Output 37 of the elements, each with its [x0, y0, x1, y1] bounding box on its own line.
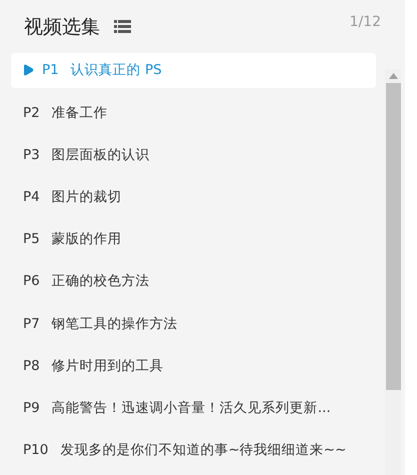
scrollbar[interactable] — [385, 69, 401, 475]
episode-item[interactable]: P2 准备工作 — [11, 95, 376, 130]
episode-item[interactable]: P3 图层面板的认识 — [11, 137, 376, 172]
panel-title: 视频选集 — [24, 14, 100, 40]
episode-item[interactable]: P1 认识真正的 PS — [11, 53, 376, 88]
list-icon[interactable] — [114, 20, 131, 33]
episode-number: P5 — [23, 231, 40, 248]
episode-title: 图片的裁切 — [52, 188, 122, 206]
episode-item[interactable]: P7 钢笔工具的操作方法 — [11, 306, 376, 341]
episode-number: P7 — [23, 316, 40, 332]
episode-title: 图层面板的认识 — [52, 146, 150, 164]
scroll-up-icon[interactable] — [388, 73, 398, 79]
episode-number: P9 — [23, 400, 40, 416]
episode-title: 蒙版的作用 — [52, 230, 122, 248]
scroll-thumb[interactable] — [386, 83, 400, 390]
episode-number: P8 — [23, 358, 40, 374]
episode-number: P2 — [23, 104, 40, 120]
episode-item[interactable]: P5 蒙版的作用 — [11, 222, 376, 256]
episode-counter: 1/12 — [350, 14, 381, 30]
episode-item[interactable]: P6 正确的校色方法 — [11, 264, 376, 299]
episode-number: P10 — [23, 442, 48, 458]
episode-item[interactable]: P10 发现多的是你们不知道的事~待我细细道来~~ — [11, 432, 376, 468]
episode-title: 正确的校色方法 — [52, 272, 150, 290]
episode-item[interactable]: P4 图片的裁切 — [11, 180, 376, 214]
episode-title: 认识真正的 PS — [70, 61, 162, 80]
play-icon — [23, 64, 34, 76]
episode-item[interactable]: P9 高能警告！迅速调小音量！活久见系列更新... — [11, 390, 376, 426]
episode-number: P6 — [23, 273, 40, 290]
episode-number: P4 — [23, 188, 40, 205]
episode-title: 发现多的是你们不知道的事~待我细细道来~~ — [60, 441, 346, 460]
episode-title: 准备工作 — [52, 104, 108, 122]
episode-title: 高能警告！迅速调小音量！活久见系列更新... — [52, 398, 331, 417]
episode-title: 修片时用到的工具 — [52, 356, 164, 375]
episode-number: P3 — [23, 146, 40, 163]
episode-number: P1 — [42, 62, 59, 78]
episode-title: 钢笔工具的操作方法 — [52, 314, 178, 333]
episode-item[interactable]: P8 修片时用到的工具 — [11, 348, 376, 384]
